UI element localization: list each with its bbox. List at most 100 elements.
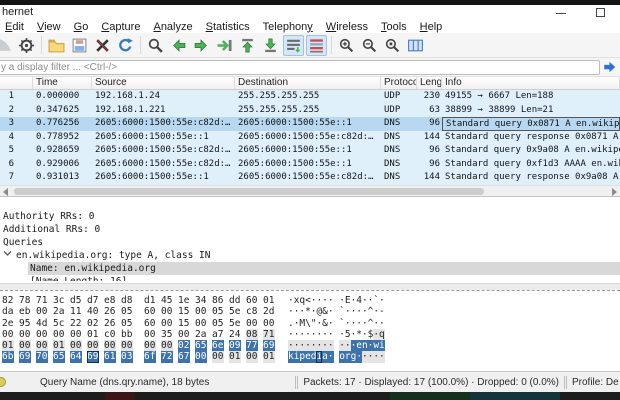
hex-byte[interactable]: 77 <box>246 340 258 351</box>
hex-byte[interactable]: 5c <box>53 318 65 329</box>
cell-source[interactable]: 2605:6000:1500:55e:c82d:… <box>92 144 235 158</box>
go-to-packet-icon[interactable] <box>214 35 235 56</box>
go-back-icon[interactable] <box>168 35 189 56</box>
find-packet-icon[interactable] <box>145 35 166 56</box>
hex-byte[interactable]: 71 <box>263 329 275 340</box>
hex-byte[interactable]: c0 <box>104 329 116 340</box>
hex-byte[interactable]: 2a <box>195 329 207 340</box>
hex-byte[interactable]: d7 <box>87 295 99 306</box>
cell-destination[interactable]: 2605:6000:1500:55e:c82d:… <box>235 171 381 185</box>
cell-no[interactable]: 5 <box>0 144 33 158</box>
hex-byte[interactable]: 03 <box>121 351 133 362</box>
hex-byte[interactable]: 05 <box>121 318 133 329</box>
cell-info[interactable]: Standard query response 0x9a08 A <box>442 171 620 185</box>
minimize-button[interactable] <box>546 5 576 20</box>
hex-byte[interactable]: 00 <box>144 340 156 351</box>
hex-byte[interactable]: 05 <box>121 306 133 317</box>
hex-byte[interactable]: bb <box>121 329 133 340</box>
hex-byte[interactable]: 6b <box>2 351 14 362</box>
detail-line[interactable]: en.wikipedia.org: type A, class IN <box>0 249 620 262</box>
cell-time[interactable]: 0.000000 <box>33 90 92 104</box>
hex-byte[interactable]: 71 <box>36 295 48 306</box>
packet-row[interactable]: 70.9310132605:6000:1500:55e::12605:6000:… <box>0 171 620 185</box>
hex-byte[interactable]: 02 <box>87 318 99 329</box>
hex-byte[interactable]: 64 <box>70 351 82 362</box>
go-first-packet-icon[interactable] <box>237 35 258 56</box>
ascii-char[interactable]: - <box>379 306 385 317</box>
packet-row[interactable]: 50.9286592605:6000:1500:55e:c82d:…2605:6… <box>0 144 620 158</box>
ascii-char[interactable]: · <box>328 318 334 329</box>
ascii-char[interactable]: q <box>379 329 385 340</box>
hex-byte[interactable]: 2e <box>2 318 14 329</box>
hex-byte[interactable]: a7 <box>212 329 224 340</box>
cell-time[interactable]: 0.931013 <box>33 171 92 185</box>
hex-byte[interactable]: 82 <box>2 295 14 306</box>
cell-destination[interactable]: 2605:6000:1500:55e::1 <box>235 117 381 131</box>
start-capture-icon[interactable] <box>0 35 14 56</box>
col-header-time[interactable]: Time <box>33 77 92 89</box>
scroll-left-arrow-icon[interactable] <box>3 188 8 196</box>
cell-no[interactable]: 2 <box>0 104 33 118</box>
cell-length[interactable]: 144 <box>417 171 442 185</box>
cell-time[interactable]: 0.929006 <box>33 158 92 172</box>
resize-columns-icon[interactable] <box>405 35 426 56</box>
cell-time[interactable]: 0.776256 <box>33 117 92 131</box>
hex-byte[interactable]: 60 <box>144 318 156 329</box>
hex-byte[interactable]: 11 <box>70 306 82 317</box>
hex-byte[interactable]: 00 <box>121 340 133 351</box>
cell-source[interactable]: 2605:6000:1500:55e:c82d:… <box>92 158 235 172</box>
hex-byte[interactable]: 00 <box>53 329 65 340</box>
hex-byte[interactable]: 00 <box>195 306 207 317</box>
hex-byte[interactable]: 00 <box>104 340 116 351</box>
hex-byte[interactable]: 01 <box>2 340 14 351</box>
menu-item-edit[interactable]: Edit <box>1 21 28 33</box>
cell-destination[interactable]: 2605:6000:1500:55e:c82d:… <box>235 131 381 145</box>
cell-length[interactable]: 96 <box>417 117 442 131</box>
ascii-char[interactable]: · <box>328 351 334 362</box>
menu-item-tools[interactable]: Tools <box>377 21 411 33</box>
hex-byte[interactable]: 08 <box>246 329 258 340</box>
ascii-char[interactable]: · <box>328 306 334 317</box>
hex-byte[interactable]: d8 <box>121 295 133 306</box>
reload-icon[interactable] <box>115 35 136 56</box>
hex-byte[interactable]: 60 <box>246 295 258 306</box>
cell-time[interactable]: 0.778952 <box>33 131 92 145</box>
hex-byte[interactable]: 05 <box>212 306 224 317</box>
ascii-char[interactable]: · <box>379 295 385 306</box>
hex-byte[interactable]: 6f <box>144 351 156 362</box>
hex-byte[interactable]: 40 <box>87 306 99 317</box>
cell-source[interactable]: 2605:6000:1500:55e:c82d:… <box>92 117 235 131</box>
expert-info-icon[interactable] <box>0 377 6 387</box>
hex-byte[interactable]: 67 <box>178 351 190 362</box>
hex-byte[interactable]: 00 <box>19 340 31 351</box>
hex-byte[interactable]: 00 <box>70 329 82 340</box>
hex-byte[interactable]: da <box>2 306 14 317</box>
col-header-protocol[interactable]: Protoco <box>381 77 417 89</box>
hex-byte[interactable]: 00 <box>246 318 258 329</box>
status-profile[interactable]: Profile: De <box>572 377 620 388</box>
menu-item-telephony[interactable]: Telephony <box>259 21 317 33</box>
hex-byte[interactable]: 09 <box>229 340 241 351</box>
hex-byte[interactable]: 45 <box>161 295 173 306</box>
maximize-button[interactable] <box>586 5 616 20</box>
hex-byte[interactable]: 65 <box>53 351 65 362</box>
packet-row[interactable]: 40.7789522605:6000:1500:55e::12605:6000:… <box>0 131 620 145</box>
cell-no[interactable]: 6 <box>0 158 33 172</box>
hex-byte[interactable]: eb <box>19 306 31 317</box>
col-header-length[interactable]: Lengt <box>417 77 442 89</box>
ascii-char[interactable]: · <box>328 340 334 351</box>
pane-splitter[interactable] <box>0 283 620 290</box>
hex-byte[interactable]: 00 <box>144 329 156 340</box>
hex-byte[interactable]: 05 <box>212 318 224 329</box>
hex-byte[interactable]: 00 <box>161 340 173 351</box>
detail-line[interactable]: [Name Length: 16] <box>0 275 620 281</box>
hex-byte[interactable]: 69 <box>87 351 99 362</box>
hex-byte[interactable]: 5e <box>229 318 241 329</box>
hex-byte[interactable]: 01 <box>229 351 241 362</box>
hex-byte[interactable]: e8 <box>104 295 116 306</box>
expander-chevron-icon[interactable] <box>3 249 12 262</box>
cell-protocol[interactable]: UDP <box>381 104 417 118</box>
cell-destination[interactable]: 255.255.255.255 <box>235 90 381 104</box>
detail-line[interactable]: Additional RRs: 0 <box>0 223 620 236</box>
menu-item-view[interactable]: View <box>33 21 65 33</box>
